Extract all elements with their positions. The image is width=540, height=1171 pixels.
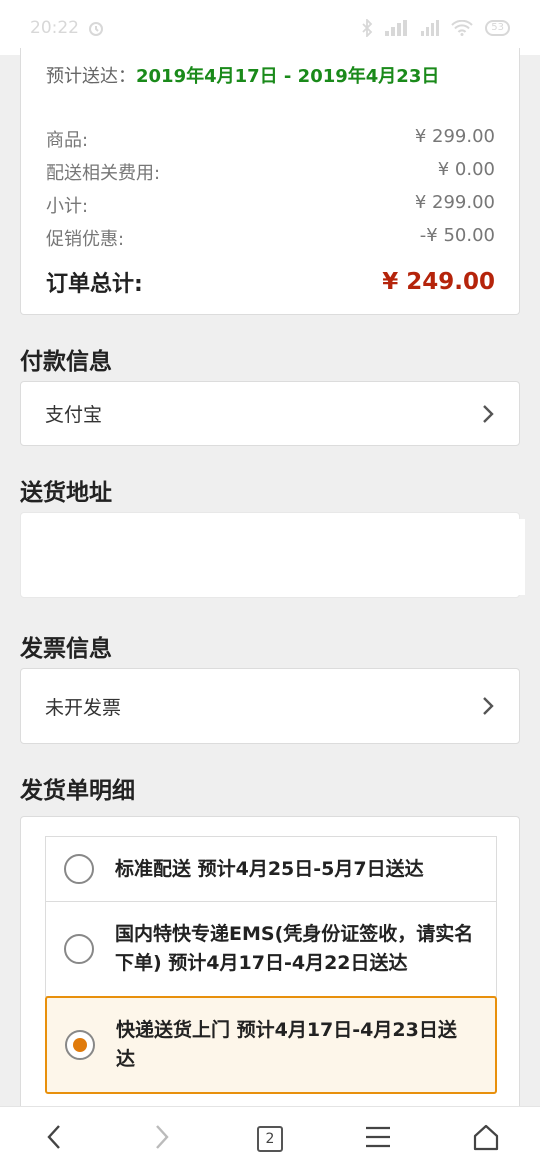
menu-button[interactable]	[348, 1109, 408, 1169]
summary-label: 商品:	[46, 130, 89, 151]
bluetooth-icon	[361, 18, 373, 37]
summary-value: ¥ 299.00	[414, 126, 495, 147]
summary-value: ¥ 299.00	[414, 192, 495, 213]
summary-value: ¥ 0.00	[437, 159, 495, 180]
order-total-row: 订单总计: ¥ 249.00	[46, 266, 495, 298]
status-left: 20:22	[30, 18, 105, 38]
delivery-estimate-card: 预计送达：2019年4月17日 - 2019年4月23日	[20, 48, 520, 105]
address-section-title: 送货地址	[20, 480, 112, 506]
payment-method-value: 支付宝	[45, 404, 103, 426]
shipping-option-label: 标准配送 预计4月25日-5月7日送达	[115, 858, 424, 880]
shipping-option-standard[interactable]: 标准配送 预计4月25日-5月7日送达	[45, 836, 497, 902]
chevron-left-icon	[45, 1123, 63, 1155]
order-total-value: ¥ 249.00	[382, 269, 495, 295]
delivery-label: 预计送达：	[46, 66, 136, 87]
status-right: 53	[361, 18, 510, 37]
chevron-right-icon	[481, 404, 495, 424]
hamburger-menu-icon	[365, 1126, 391, 1152]
shipping-option-express[interactable]: 快递送货上门 预计4月17日-4月23日送达	[45, 996, 497, 1094]
summary-label: 促销优惠:	[46, 229, 125, 250]
alarm-icon	[87, 19, 105, 37]
radio-button-selected[interactable]	[65, 1030, 95, 1060]
shipping-option-label: 快递送货上门 预计4月17日-4月23日送达	[116, 1019, 457, 1070]
shipping-option-label: 国内特快专递EMS(凭身份证签收，请实名下单) 预计4月17日-4月22日送达	[115, 923, 474, 974]
invoice-selector[interactable]: 未开发票	[20, 668, 520, 744]
invoice-section-title: 发票信息	[20, 636, 112, 662]
status-bar: 20:22 53	[0, 0, 540, 55]
delivery-estimate: 预计送达：2019年4月17日 - 2019年4月23日	[46, 62, 439, 88]
signal-2-icon	[421, 19, 440, 36]
home-icon	[472, 1123, 500, 1155]
chevron-right-icon	[153, 1123, 171, 1155]
status-time: 20:22	[30, 17, 79, 38]
browser-nav-bar: 2	[0, 1106, 540, 1171]
summary-row-goods: 商品: ¥ 299.00	[46, 126, 495, 152]
radio-button[interactable]	[64, 934, 94, 964]
tabs-button[interactable]: 2	[240, 1109, 300, 1169]
forward-button[interactable]	[132, 1109, 192, 1169]
summary-label: 配送相关费用:	[46, 163, 161, 184]
delivery-date-range: 2019年4月17日 - 2019年4月23日	[136, 66, 440, 87]
shipping-option-ems[interactable]: 国内特快专递EMS(凭身份证签收，请实名下单) 预计4月17日-4月22日送达	[45, 901, 497, 997]
invoice-status: 未开发票	[45, 696, 122, 719]
summary-label: 小计:	[46, 196, 89, 217]
wifi-icon	[451, 19, 473, 36]
shipping-address-card[interactable]	[20, 512, 525, 598]
shipping-details-card: 标准配送 预计4月25日-5月7日送达 国内特快专递EMS(凭身份证签收，请实名…	[20, 816, 520, 1116]
chevron-right-icon	[481, 696, 495, 716]
summary-row-shipping-fee: 配送相关费用: ¥ 0.00	[46, 159, 495, 185]
payment-method-selector[interactable]: 支付宝	[20, 381, 520, 446]
shipping-section-title: 发货单明细	[20, 778, 135, 804]
signal-icon	[385, 19, 409, 36]
order-total-label: 订单总计:	[46, 272, 143, 297]
home-button[interactable]	[456, 1109, 516, 1169]
order-summary-card: 商品: ¥ 299.00 配送相关费用: ¥ 0.00 小计: ¥ 299.00…	[20, 104, 520, 315]
battery-icon: 53	[485, 19, 510, 36]
summary-row-discount: 促销优惠: -¥ 50.00	[46, 225, 495, 251]
address-content	[26, 519, 525, 595]
back-button[interactable]	[24, 1109, 84, 1169]
payment-section-title: 付款信息	[20, 349, 112, 375]
summary-row-subtotal: 小计: ¥ 299.00	[46, 192, 495, 218]
tab-count-icon: 2	[257, 1126, 283, 1152]
radio-button[interactable]	[64, 854, 94, 884]
summary-value: -¥ 50.00	[419, 225, 495, 246]
